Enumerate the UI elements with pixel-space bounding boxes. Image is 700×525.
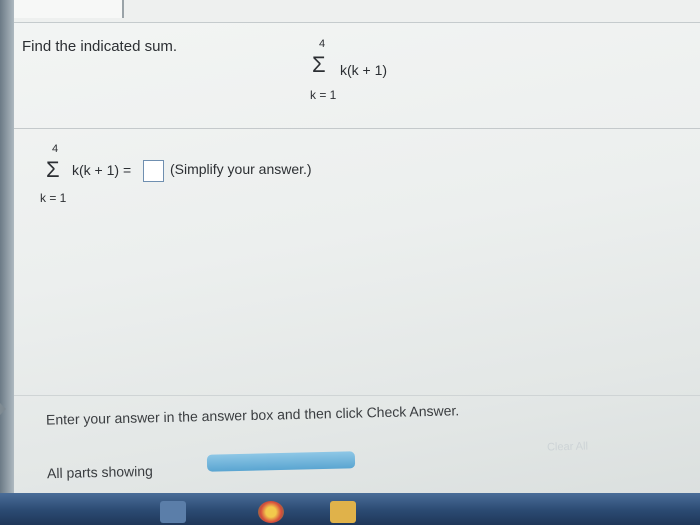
sigma-symbol: Σ — [312, 52, 326, 77]
simplify-hint: (Simplify your answer.) — [170, 161, 312, 177]
sum-expression: k(k + 1) — [340, 62, 388, 78]
taskbar-app-icon[interactable] — [160, 501, 186, 523]
tab-edge — [14, 0, 124, 18]
monitor-bezel — [0, 0, 14, 525]
answer-upper-limit: 4 — [52, 143, 59, 155]
check-answer-button[interactable] — [206, 451, 356, 472]
answer-expression: k(k + 1) = — [72, 162, 132, 178]
clear-all-button[interactable]: Clear All — [547, 441, 588, 454]
sum-lower-limit: k = 1 — [310, 88, 337, 102]
answer-input[interactable] — [143, 160, 164, 182]
top-strip — [14, 0, 700, 23]
collapse-arrow-icon[interactable] — [0, 403, 6, 415]
folder-icon[interactable] — [330, 501, 356, 523]
answer-lower-limit: k = 1 — [40, 191, 67, 205]
problem-instruction: Find the indicated sum. — [22, 38, 178, 55]
parts-showing-label: All parts showing — [46, 462, 153, 482]
sum-upper-limit: 4 — [319, 38, 326, 50]
answer-sigma-symbol: Σ — [46, 157, 60, 182]
browser-icon[interactable] — [258, 501, 284, 523]
taskbar — [0, 493, 700, 525]
